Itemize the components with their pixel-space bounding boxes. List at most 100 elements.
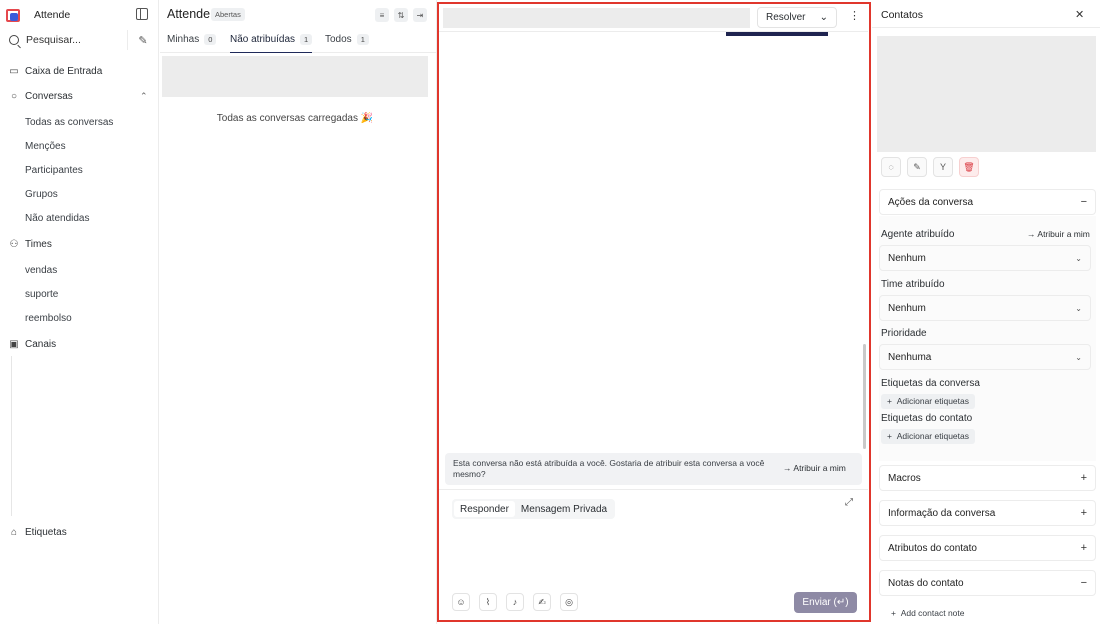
close-icon[interactable]: ✕ — [1075, 8, 1084, 21]
contact-notes-header[interactable]: Notas do contato − — [879, 570, 1096, 596]
sidebar-toggle-icon[interactable] — [136, 8, 148, 20]
section-title: Notas do contato — [888, 577, 964, 589]
more-options-icon[interactable]: ⋮ — [849, 9, 860, 22]
status-badge[interactable]: Abertas — [211, 8, 245, 21]
conversation-header-skeleton — [443, 8, 750, 28]
resolve-label: Resolver — [766, 12, 806, 23]
sidebar-item-participants[interactable]: Participantes — [25, 162, 83, 178]
assign-to-me-button[interactable]: → Atribuir a mim — [783, 463, 846, 473]
sidebar-item-label: Times — [25, 238, 52, 250]
sidebar-item-channels[interactable]: ▣ Canais — [8, 335, 56, 353]
assign-notice: Esta conversa não está atribuída a você.… — [453, 458, 765, 479]
tab-unassigned[interactable]: Não atribuídas 1 — [230, 34, 313, 53]
compose-icon[interactable]: ✎ — [134, 31, 152, 49]
sidebar-item-groups[interactable]: Grupos — [25, 186, 58, 202]
logo-icon — [6, 9, 20, 22]
collapse-icon[interactable]: − — [1081, 196, 1087, 208]
chevron-down-icon: ⌄ — [1075, 352, 1082, 362]
collapse-icon[interactable]: − — [1081, 577, 1087, 589]
inbox-title: Attende — [167, 7, 211, 21]
sidebar-item-unattended[interactable]: Não atendidas — [25, 210, 90, 226]
channels-icon: ▣ — [9, 338, 19, 350]
assign-link-label: Atribuir a mim — [1037, 229, 1090, 239]
sidebar-item-label: Menções — [25, 140, 66, 152]
button-label: Adicionar etiquetas — [896, 396, 969, 406]
add-contact-note-button[interactable]: + Add contact note — [891, 608, 964, 618]
tab-all[interactable]: Todos 1 — [325, 34, 369, 53]
conversation-panel: Resolver ⌄ ⋮ Esta conversa não está atri… — [437, 2, 871, 622]
search-label: Pesquisar... — [26, 34, 81, 46]
scrollbar[interactable] — [863, 344, 866, 449]
tab-label: Todos — [325, 34, 352, 45]
resolve-button[interactable]: Resolver ⌄ — [757, 7, 837, 28]
contact-actions: ◌ ✎ Y 🗑 — [881, 157, 985, 177]
conversation-info-header[interactable]: Informação da conversa + — [879, 500, 1096, 526]
search-input[interactable]: Pesquisar... — [6, 30, 128, 50]
assign-to-me-link[interactable]: → Atribuir a mim — [1027, 229, 1090, 239]
sidebar-item-conversations[interactable]: ○ Conversas — [8, 87, 73, 105]
tab-reply[interactable]: Responder — [454, 501, 515, 517]
sidebar-item-all-conversations[interactable]: Todas as conversas — [25, 114, 113, 130]
assigned-team-label: Time atribuído — [881, 279, 945, 290]
button-label: Add contact note — [900, 608, 965, 618]
expand-plus-icon[interactable]: + — [1081, 542, 1087, 554]
emoji-icon[interactable]: ☺ — [452, 593, 470, 611]
chevron-down-icon: ⌄ — [1075, 253, 1082, 263]
sidebar-item-mentions[interactable]: Menções — [25, 138, 66, 154]
select-value: Nenhuma — [888, 351, 932, 363]
trash-icon[interactable]: 🗑 — [959, 157, 979, 177]
section-title: Atributos do contato — [888, 542, 977, 554]
users-icon: ⚇ — [9, 238, 19, 250]
tab-count: 0 — [204, 34, 217, 45]
tab-label: Não atribuídas — [230, 34, 296, 45]
sidebar-item-team-sales[interactable]: vendas — [25, 262, 57, 278]
conversation-actions-header[interactable]: Ações da conversa − — [879, 189, 1096, 215]
assigned-agent-select[interactable]: Nenhum ⌄ — [879, 245, 1091, 271]
merge-icon[interactable]: Y — [933, 157, 953, 177]
brand[interactable]: Attende — [6, 7, 70, 23]
contact-attributes-header[interactable]: Atributos do contato + — [879, 535, 1096, 561]
chevron-down-icon[interactable]: ⌄ — [820, 12, 828, 23]
whatsapp-icon[interactable]: ◎ — [560, 593, 578, 611]
section-title: Ações da conversa — [888, 196, 974, 208]
list-toolbar: ≡ ⇅ ⇥ — [370, 8, 427, 22]
assign-banner: Esta conversa não está atribuída a você.… — [445, 453, 862, 485]
tab-private-message[interactable]: Mensagem Privada — [515, 501, 613, 517]
chat-icon[interactable]: ◌ — [881, 157, 901, 177]
expand-plus-icon[interactable]: + — [1081, 472, 1087, 484]
edit-icon[interactable]: ✎ — [907, 157, 927, 177]
sidebar-item-label: Caixa de Entrada — [25, 65, 103, 77]
filter-icon[interactable]: ≡ — [375, 8, 389, 22]
sidebar-item-team-support[interactable]: suporte — [25, 286, 58, 302]
select-value: Nenhum — [888, 302, 926, 314]
expand-icon[interactable]: ⤢ — [845, 497, 853, 508]
tab-count: 1 — [356, 34, 369, 45]
send-button[interactable]: Enviar (↵) — [794, 592, 857, 613]
sidebar-item-label: Grupos — [25, 188, 58, 200]
tab-mine[interactable]: Minhas 0 — [167, 34, 217, 53]
macros-header[interactable]: Macros + — [879, 465, 1096, 491]
add-conversation-labels-button[interactable]: + Adicionar etiquetas — [881, 394, 975, 409]
sidebar-item-label: reembolso — [25, 312, 72, 324]
signature-icon[interactable]: ✍ — [533, 593, 551, 611]
sidebar-item-teams[interactable]: ⚇ Times — [8, 235, 52, 253]
conversation-labels-label: Etiquetas da conversa — [881, 378, 980, 389]
sidebar-item-labels[interactable]: ⌂ Etiquetas — [8, 523, 67, 541]
tab-count: 1 — [300, 34, 313, 45]
reply-mode-tabs: Responder Mensagem Privada — [452, 499, 616, 519]
message-bubble-fragment — [726, 32, 828, 36]
sort-icon[interactable]: ⇅ — [394, 8, 408, 22]
priority-select[interactable]: Nenhuma ⌄ — [879, 344, 1091, 370]
add-contact-labels-button[interactable]: + Adicionar etiquetas — [881, 429, 975, 444]
tree-line — [11, 356, 12, 516]
button-label: Adicionar etiquetas — [896, 431, 969, 441]
chevron-up-icon[interactable]: ⌃ — [140, 91, 148, 102]
collapse-icon[interactable]: ⇥ — [413, 8, 427, 22]
sidebar-item-inbox[interactable]: ▭ Caixa de Entrada — [8, 62, 102, 80]
conversation-item-skeleton[interactable] — [162, 56, 428, 97]
expand-plus-icon[interactable]: + — [1081, 507, 1087, 519]
microphone-icon[interactable]: ♪ — [506, 593, 524, 611]
attachment-icon[interactable]: ⌇ — [479, 593, 497, 611]
assigned-team-select[interactable]: Nenhum ⌄ — [879, 295, 1091, 321]
sidebar-item-team-refund[interactable]: reembolso — [25, 310, 72, 326]
